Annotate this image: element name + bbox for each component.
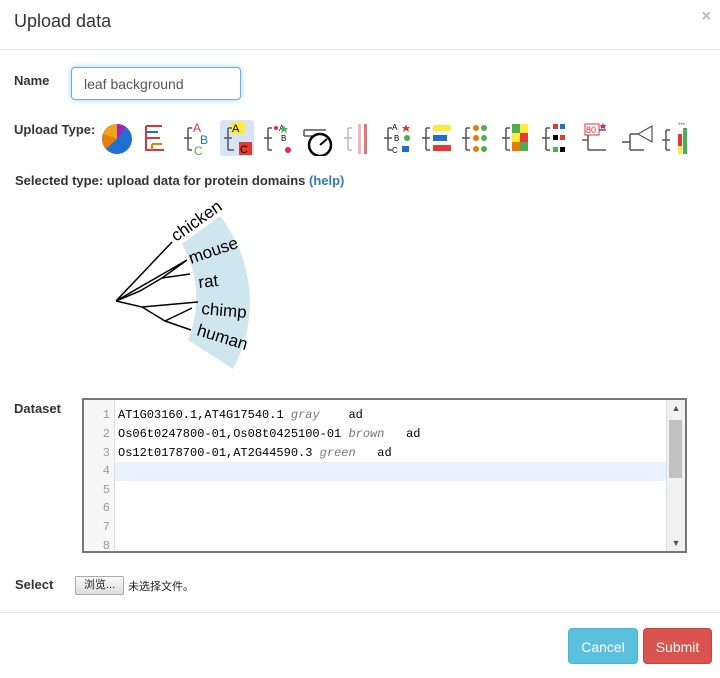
tree-branches — [115, 241, 199, 331]
upload-type-label: Upload Type: — [14, 122, 96, 137]
selected-type-description: Selected type: upload data for protein d… — [15, 173, 306, 188]
dataset-label: Dataset — [14, 401, 61, 416]
code-line: Os06t0247800-01,Os08t0425100-01 brown ad — [118, 427, 420, 441]
editor-scrollbar[interactable]: ▲ ▼ — [666, 400, 685, 551]
leaf-label-chimp: chimp — [201, 299, 248, 322]
svg-text:A: A — [232, 123, 240, 135]
code-color: green — [319, 446, 356, 460]
name-input[interactable] — [71, 67, 241, 100]
collapse-icon[interactable] — [620, 120, 654, 156]
code-ids: Os12t0178700-01,AT2G44590.3 — [118, 446, 313, 460]
code-line: Os12t0178700-01,AT2G44590.3 green ad — [118, 446, 392, 460]
bars-icon[interactable] — [420, 120, 454, 156]
bootstrap-icon[interactable]: 80 — [580, 120, 614, 156]
dots-icon[interactable] — [460, 120, 494, 156]
code-color: brown — [348, 427, 385, 441]
file-status-text: 未选择文件。 — [128, 581, 194, 593]
line-number: 4 — [102, 464, 110, 478]
preview-tree: chicken mouse rat chimp human — [110, 194, 280, 384]
close-icon[interactable]: × — [702, 8, 711, 26]
file-browse-button[interactable]: 浏览... — [75, 576, 125, 595]
time-icon[interactable] — [300, 120, 334, 158]
line-number: 3 — [102, 446, 110, 460]
code-ids: AT1G03160.1,AT4G17540.1 — [118, 408, 284, 422]
line-number: 5 — [102, 483, 110, 497]
line-number: 7 — [102, 520, 110, 534]
svg-text:C: C — [194, 144, 203, 156]
selected-type-text: Selected type: upload data for protein d… — [15, 173, 344, 188]
code-line: AT1G03160.1,AT4G17540.1 gray ad — [118, 408, 363, 422]
svg-text:***: *** — [678, 123, 686, 129]
svg-text:80: 80 — [586, 125, 596, 135]
svg-text:A: A — [392, 123, 398, 132]
code-tag: ad — [348, 408, 363, 422]
line-number: 2 — [102, 427, 110, 441]
leaf-label-color-icon[interactable]: ABC — [180, 120, 214, 158]
dialog-title: Upload data — [14, 11, 112, 31]
submit-button[interactable]: Submit — [643, 628, 712, 664]
dataset-editor[interactable]: 1 2 3 4 5 6 7 8 AT1G03160.1,AT4G17540.1 … — [82, 398, 687, 553]
protein-domains-icon[interactable]: ABC — [380, 120, 414, 156]
code-tag: ad — [377, 446, 392, 460]
scroll-up-icon[interactable]: ▲ — [667, 403, 685, 413]
leaf-background-icon[interactable]: AC — [220, 120, 254, 156]
heatmap-icon[interactable] — [500, 120, 534, 156]
footer-divider — [0, 612, 720, 613]
branch-color-icon[interactable] — [140, 120, 174, 156]
line-number: 8 — [102, 539, 110, 553]
line-number: 1 — [102, 408, 110, 422]
name-label: Name — [14, 73, 50, 88]
help-link[interactable]: (help) — [309, 173, 344, 188]
pie-chart-icon[interactable] — [100, 120, 134, 156]
svg-text:B: B — [394, 134, 399, 143]
strips-icon[interactable] — [340, 120, 374, 156]
code-ids: Os06t0247800-01,Os08t0425100-01 — [118, 427, 342, 441]
active-line — [115, 462, 668, 481]
select-label: Select — [15, 577, 54, 592]
leaf-label-rat: rat — [197, 271, 219, 292]
code-color: gray — [290, 408, 320, 422]
line-number: 6 — [102, 501, 110, 515]
svg-text:C: C — [240, 144, 248, 156]
multi-bar-icon[interactable]: *** — [660, 120, 694, 156]
dialog-header: Upload data × — [0, 0, 720, 50]
scroll-down-icon[interactable]: ▼ — [667, 538, 685, 548]
leaf-decoration-icon[interactable]: AB — [260, 120, 294, 156]
code-tag: ad — [406, 427, 421, 441]
scroll-thumb[interactable] — [669, 420, 682, 478]
cancel-button[interactable]: Cancel — [568, 628, 638, 664]
svg-text:C: C — [392, 146, 398, 155]
binary-icon[interactable] — [540, 120, 574, 156]
svg-text:B: B — [281, 134, 286, 143]
